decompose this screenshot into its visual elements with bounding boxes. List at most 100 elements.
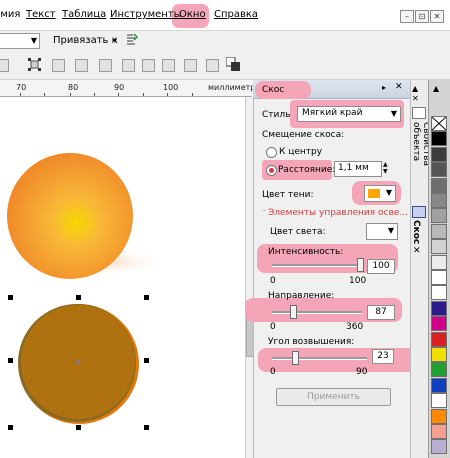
color-swatch[interactable] [431,162,447,178]
color-swatch[interactable] [431,239,447,255]
direction-slider-track[interactable] [272,311,362,314]
lighting-section-title: Элементы управления осве... [266,208,410,218]
menu-table[interactable]: Таблица [62,9,106,20]
intensity-slider-track[interactable] [272,264,362,267]
ruler-tick [20,93,21,96]
arrange-toolbar [0,51,450,80]
shadow-color-swatch [368,189,380,198]
color-swatch[interactable] [431,254,447,270]
color-swatch[interactable] [431,331,447,347]
color-swatch[interactable] [431,377,447,393]
light-color-label: Цвет света: [270,227,326,237]
menu-tools[interactable]: Инструменты [110,9,182,20]
color-swatch[interactable] [431,408,447,424]
color-swatch[interactable] [431,116,447,131]
color-swatch[interactable] [431,146,447,162]
color-swatch[interactable] [431,300,447,316]
color-swatch[interactable] [431,193,447,208]
direction-label: Направление: [268,291,335,301]
select-objects-icon[interactable] [28,58,41,71]
to-center-label: К центру [279,147,323,157]
color-swatch[interactable] [431,223,447,239]
intensity-value-input[interactable]: 100 [367,259,395,274]
menu-effects[interactable]: рмия [0,9,20,20]
color-swatch[interactable] [431,285,447,301]
ruler-number: 70 [16,83,27,92]
tabs-collapse-icon[interactable]: ▲ [412,84,418,93]
tabs-close-icon[interactable]: ✕ [412,94,419,103]
style-label: Стиль: [262,110,294,120]
selection-handle[interactable] [144,358,149,363]
color-swatch[interactable] [431,393,447,409]
tab-close-icon[interactable]: ✕ [413,246,421,256]
color-swatch[interactable] [431,177,447,193]
elevation-slider-thumb[interactable] [292,351,299,365]
snap-settings-icon[interactable] [126,33,138,45]
docker-title: Скос [262,85,285,95]
close-button[interactable]: ✕ [430,10,444,23]
ungroup-icon[interactable] [142,59,155,72]
elevation-highlight [258,348,428,372]
ruler-tick [143,93,144,96]
to-center-radio[interactable] [266,147,277,158]
direction-value-input[interactable]: 87 [367,305,395,320]
toolbar-icon[interactable] [0,59,9,72]
distance-input[interactable]: 1,1 мм [334,161,382,177]
selection-handle[interactable] [144,425,149,430]
selection-handle[interactable] [8,425,13,430]
style-dropdown[interactable]: Мягкий край ▼ [297,106,401,122]
weld-icon[interactable] [52,59,65,72]
intersect-icon[interactable] [162,59,175,72]
menu-help[interactable]: Справка [214,9,258,20]
toolbar-combo[interactable]: ▼ [0,33,40,49]
color-swatch[interactable] [431,362,447,378]
front-minus-back-icon[interactable] [206,59,219,72]
elevation-max: 90 [356,367,368,377]
selection-handle[interactable] [8,295,13,300]
palette-scroll-up-icon[interactable]: ▲ [433,84,439,93]
direction-slider-thumb[interactable] [290,305,297,319]
selected-bevel-circle[interactable]: × [8,296,154,436]
combine-icon[interactable] [99,59,112,72]
elevation-slider-track[interactable] [272,357,367,360]
snap-to-label[interactable]: Привязать к [53,35,118,46]
apply-button[interactable]: Применить [276,388,391,406]
color-swatch[interactable] [431,131,447,147]
menu-text[interactable]: Текст [26,9,56,20]
minimize-button[interactable]: – [400,10,414,23]
docker-close-icon[interactable]: ✕ [395,82,403,92]
selection-handle[interactable] [144,295,149,300]
color-swatch[interactable] [431,424,447,439]
menu-window[interactable]: Окно [179,9,206,20]
color-swatch[interactable] [431,270,447,285]
ruler-number: 80 [68,83,79,92]
elevation-min: 0 [270,367,276,377]
intensity-slider-thumb[interactable] [357,258,364,272]
restore-button[interactable]: ⊡ [415,10,429,23]
selection-handle[interactable] [76,425,81,430]
group-icon[interactable] [122,59,135,72]
selection-handle[interactable] [76,295,81,300]
docker-menu-icon[interactable]: ▸ [382,83,386,92]
distance-spinner[interactable]: ▲ ▼ [383,161,388,175]
selection-handle[interactable] [8,358,13,363]
color-swatch[interactable] [431,316,447,332]
ruler-tick [44,93,45,96]
distance-radio[interactable] [266,165,277,176]
bevel-tab-icon[interactable] [412,206,426,218]
color-swatch[interactable] [431,439,447,455]
shadow-color-picker[interactable]: ▼ [364,185,396,202]
simplify-icon[interactable] [184,59,197,72]
object-properties-icon[interactable] [412,107,426,119]
light-color-picker[interactable]: ▼ [366,223,398,240]
trim-icon[interactable] [75,59,88,72]
color-swatch[interactable] [431,208,447,224]
soft-bevel-circle[interactable] [0,140,175,280]
snap-dropdown-arrow[interactable]: ▾ [113,36,117,45]
back-minus-front-icon[interactable] [226,57,240,71]
elevation-value-input[interactable]: 23 [372,349,394,364]
color-swatch[interactable] [431,347,447,362]
ruler-tick [118,93,119,96]
tab-bevel[interactable]: Скос [411,220,421,244]
elevation-label: Угол возвышения: [268,337,355,347]
